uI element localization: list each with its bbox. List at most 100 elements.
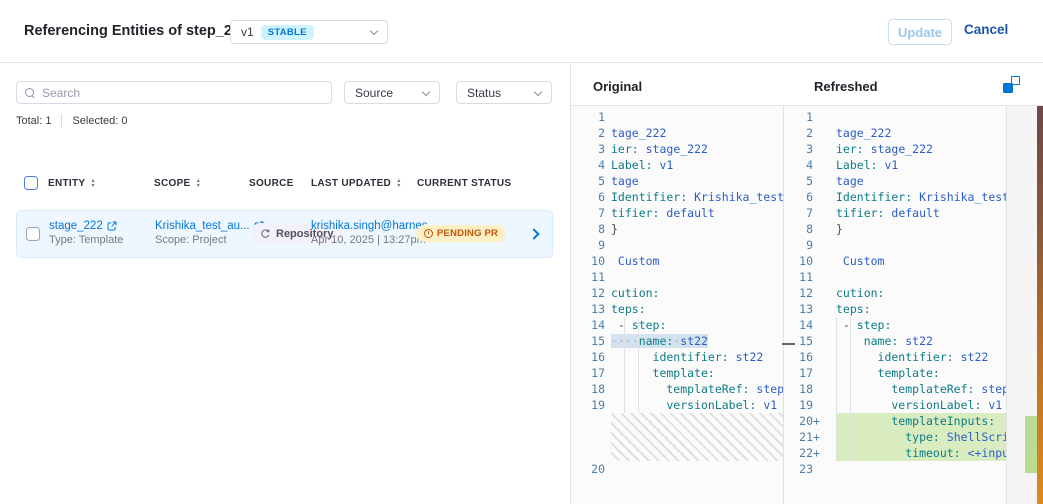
line-number: 6 [784, 189, 813, 205]
code-line: 6 Identifier: Krishika_test_aut [784, 189, 1006, 205]
line-number: 3 [784, 141, 813, 157]
line-content: } [836, 221, 1006, 237]
line-number: 10 [784, 253, 813, 269]
added-line-plus [813, 365, 822, 381]
line-number: 8 [784, 221, 813, 237]
line-number: 5 [571, 173, 605, 189]
status-filter-select[interactable]: Status [456, 81, 552, 104]
line-number: 21 [784, 429, 813, 445]
line-number: 20 [784, 413, 813, 429]
refreshed-code: 12tage_2223ier: stage_2224Label: v15tage… [784, 106, 1006, 477]
line-content [611, 109, 783, 125]
code-line: 7tifier: default [571, 205, 783, 221]
line-number: 12 [784, 285, 813, 301]
modal-header: Referencing Entities of step_222 v1 STAB… [0, 0, 1043, 63]
code-line: 4Label: v1 [784, 157, 1006, 173]
sort-icon[interactable]: ▲▼ [90, 179, 96, 188]
column-header-entity: ENTITY ▲▼ [48, 178, 96, 189]
line-content [611, 269, 783, 285]
source-filter-select[interactable]: Source [344, 81, 440, 104]
added-line-plus: + [813, 445, 822, 461]
code-line: 9 [784, 237, 1006, 253]
entity-link[interactable]: stage_222 [49, 220, 123, 232]
line-content: Label: v1 [611, 157, 783, 173]
code-line: 13 teps: [571, 301, 783, 317]
line-content: Identifier: Krishika_test_aut [611, 189, 784, 205]
line-number: 11 [784, 269, 813, 285]
added-lines-marker [1025, 416, 1037, 473]
line-content: } [611, 221, 783, 237]
diff-panel-header: Original Refreshed [571, 63, 1043, 106]
sort-icon[interactable]: ▲▼ [396, 179, 402, 188]
inserted-lines-placeholder [611, 413, 783, 461]
line-content: cution: [836, 285, 1006, 301]
version-select[interactable]: v1 STABLE [230, 20, 388, 44]
entity-cell: stage_222 Type: Template [49, 220, 123, 246]
code-line: 12 cution: [784, 285, 1006, 301]
column-header-source: SOURCE [249, 178, 294, 189]
clock-icon [424, 229, 433, 238]
refreshed-code-editor[interactable]: 12tage_2223ier: stage_2224Label: v15tage… [784, 106, 1006, 504]
search-input[interactable] [42, 86, 323, 100]
code-line: 8} [784, 221, 1006, 237]
added-line-plus [813, 109, 822, 125]
code-line: 11 [784, 269, 1006, 285]
chevron-right-icon[interactable] [528, 228, 539, 239]
line-content: templateRef: step_222 [611, 381, 784, 397]
added-line-plus [813, 173, 822, 189]
sort-icon[interactable]: ▲▼ [196, 179, 202, 188]
code-line: 8} [571, 221, 783, 237]
line-content: cution: [611, 285, 783, 301]
code-line: 16identifier: st22 [571, 349, 783, 365]
code-line: 13teps: [784, 301, 1006, 317]
added-line-plus [813, 125, 822, 141]
indent-guide [624, 317, 625, 413]
diff-panel: Original Refreshed 12tage_2223ier: stage… [570, 63, 1043, 504]
line-content: Identifier: Krishika_test_aut [836, 189, 1006, 205]
table-header: ENTITY ▲▼ SCOPE ▲▼ SOURCE LAST UPDATED ▲… [0, 176, 560, 194]
external-link-icon [107, 221, 117, 231]
line-number: 23 [784, 461, 813, 477]
original-code-editor[interactable]: 12tage_2223ier: stage_2224Label: v15tage… [571, 106, 784, 504]
overview-ruler[interactable] [1006, 106, 1037, 504]
line-number: 12 [571, 285, 605, 301]
line-number: 6 [571, 189, 605, 205]
line-content: template: [836, 365, 1006, 381]
code-line: 15····name:·st22 [571, 333, 783, 349]
copy-icon[interactable] [1003, 76, 1020, 93]
scope-sub: Scope: Project [155, 234, 264, 246]
line-number: 18 [784, 381, 813, 397]
select-all-checkbox[interactable] [24, 176, 38, 190]
chevron-down-icon [534, 87, 542, 95]
background-gradient-strip [1037, 106, 1043, 504]
code-line: 20+templateInputs: [784, 413, 1006, 429]
scope-cell: Krishika_test_au... Scope: Project [155, 220, 264, 246]
scope-link[interactable]: Krishika_test_au... [155, 220, 264, 232]
search-box[interactable] [16, 81, 332, 104]
indent-guide [850, 317, 851, 461]
status-badge-label: PENDING PR [437, 228, 498, 239]
code-line: 18templateRef: step_222 [571, 381, 783, 397]
added-line-plus [813, 349, 822, 365]
entity-type: Type: Template [49, 234, 123, 246]
added-line-plus [813, 397, 822, 413]
line-content: teps: [611, 301, 783, 317]
line-number: 19 [784, 397, 813, 413]
line-content [836, 109, 1006, 125]
update-button[interactable]: Update [888, 19, 952, 45]
line-number: 9 [784, 237, 813, 253]
line-content: - step: [611, 317, 783, 333]
line-number: 3 [571, 141, 605, 157]
line-content: timeout: <+input> [836, 445, 1006, 461]
row-checkbox[interactable] [26, 227, 40, 241]
code-line: 7tifier: default [784, 205, 1006, 221]
code-line: 1 [784, 109, 1006, 125]
line-content: ier: stage_222 [611, 141, 783, 157]
added-line-plus [813, 237, 822, 253]
cancel-button[interactable]: Cancel [964, 22, 1008, 37]
line-number: 13 [571, 301, 605, 317]
code-line: 14- step: [784, 317, 1006, 333]
line-number: 17 [784, 365, 813, 381]
table-row[interactable]: stage_222 Type: Template Krishika_test_a… [16, 210, 553, 258]
line-number: 2 [571, 125, 605, 141]
